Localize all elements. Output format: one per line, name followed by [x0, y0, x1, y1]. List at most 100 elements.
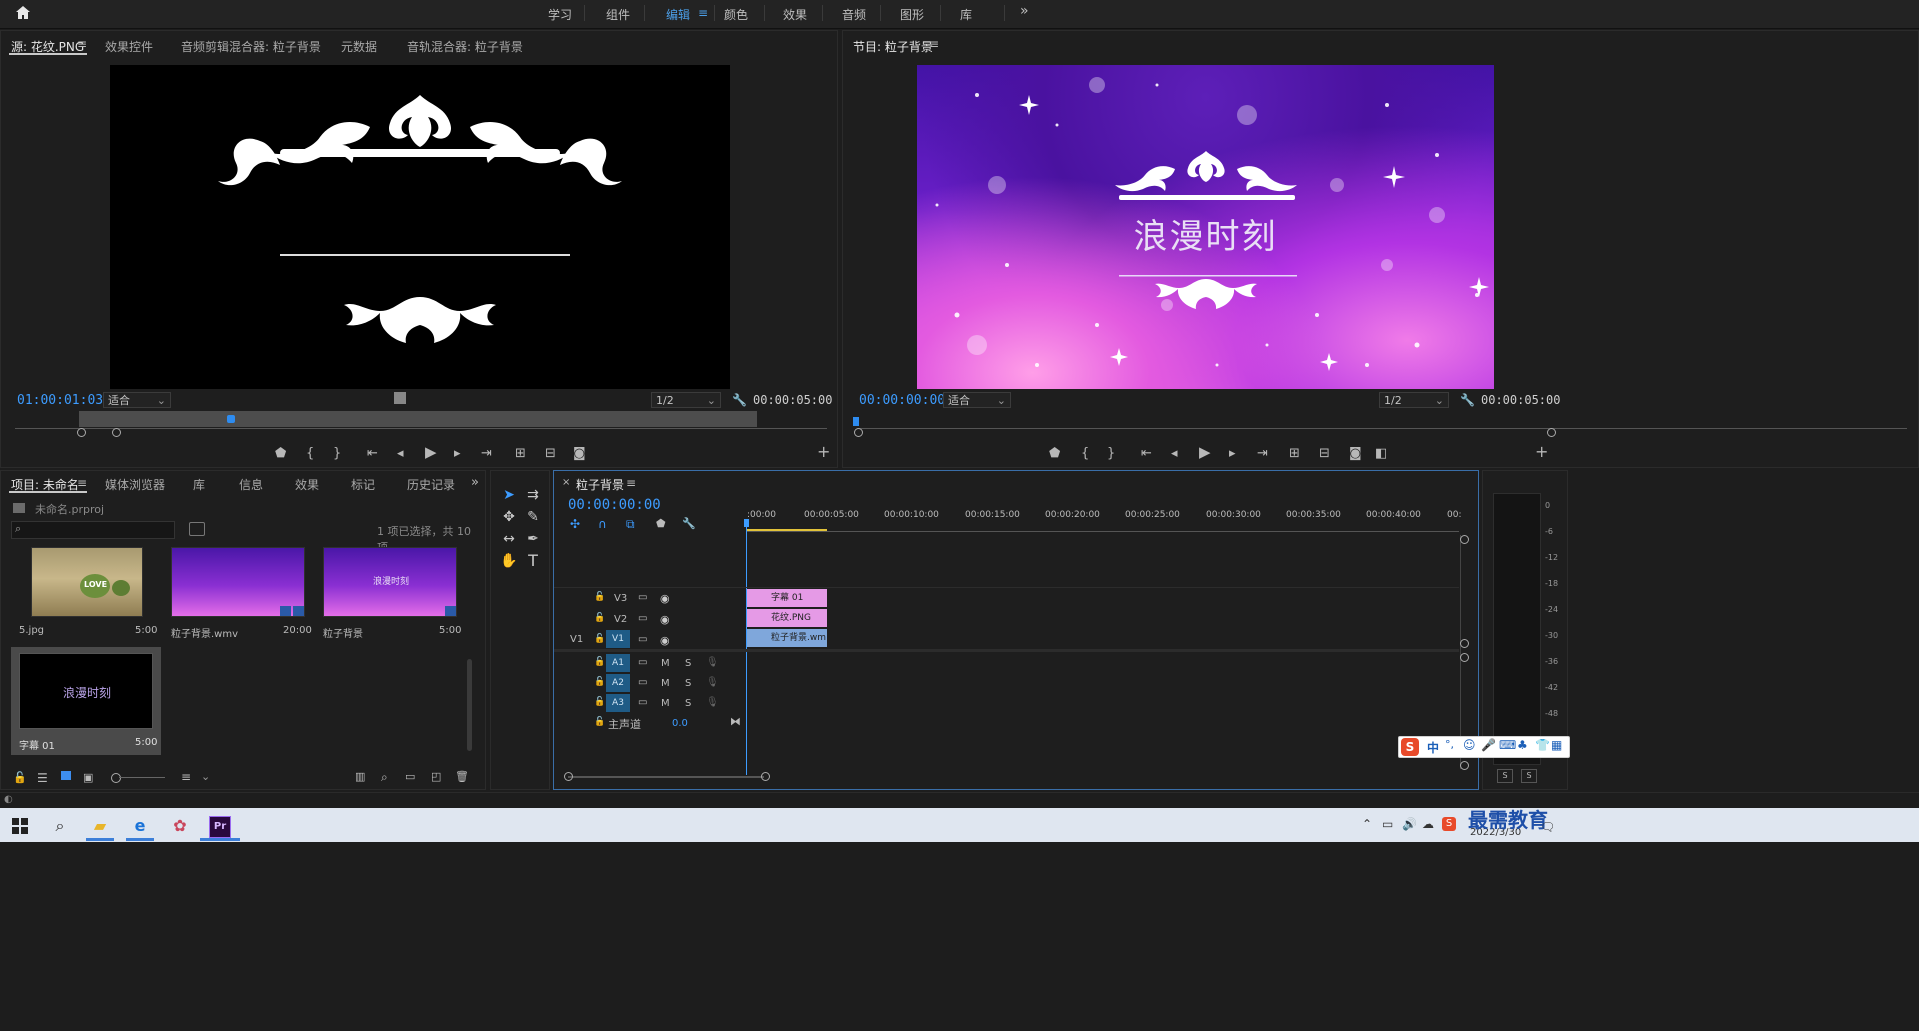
workspace-more-button[interactable]: » [1020, 3, 1029, 19]
export-frame-icon[interactable]: ◙ [573, 447, 586, 460]
project-item-selected[interactable]: 浪漫时刻 字幕 01 5:00 [11, 647, 161, 755]
master-volume-value[interactable]: 0.0 [672, 718, 688, 729]
mute-button[interactable]: M [661, 658, 670, 669]
zoom-slider-handle[interactable] [111, 773, 121, 783]
tab-history[interactable]: 历史记录 [407, 476, 455, 493]
timeline-playhead[interactable] [746, 519, 747, 775]
find-icon[interactable]: ⌕ [381, 770, 388, 785]
solo-button[interactable]: S [685, 678, 691, 689]
tab-program[interactable]: 节目: 粒子背景 [853, 38, 933, 55]
sync-lock-icon[interactable]: ▭ [638, 677, 647, 688]
panel-menu-icon[interactable]: ≡ [77, 476, 87, 490]
more-tabs-icon[interactable]: » [471, 475, 479, 490]
solo-button[interactable]: S [685, 658, 691, 669]
mark-in-icon[interactable]: { [1081, 447, 1089, 460]
panel-menu-icon[interactable]: ≡ [77, 37, 87, 51]
search-input[interactable]: ⌕ [11, 521, 175, 539]
export-frame-icon[interactable]: ◙ [1349, 447, 1362, 460]
solo-right-button[interactable]: S [1521, 769, 1537, 783]
ime-mode-label[interactable]: 中 [1427, 739, 1439, 756]
tab-effect-controls[interactable]: 效果控件 [105, 38, 153, 55]
paint-app-icon[interactable]: ✿ [160, 812, 200, 840]
horizontal-zoom-handle[interactable] [761, 772, 770, 781]
track-lock-icon[interactable]: 🔓 [594, 657, 605, 667]
project-item[interactable]: 浪漫时刻 粒子背景 5:00 [313, 547, 463, 643]
time-ruler[interactable] [747, 523, 1459, 532]
track-lock-icon[interactable]: 🔓 [594, 613, 605, 623]
solo-left-button[interactable]: S [1497, 769, 1513, 783]
add-marker-icon[interactable]: ⬟ [1049, 447, 1060, 460]
insert-icon[interactable]: ⊞ [515, 447, 526, 460]
workspace-tab-color[interactable]: 颜色 [724, 6, 748, 23]
tab-audio-clip-mixer[interactable]: 音频剪辑混合器: 粒子背景 [181, 38, 321, 55]
horizontal-zoom-handle[interactable] [564, 772, 573, 781]
workspace-tab-learn[interactable]: 学习 [548, 6, 572, 23]
vertical-zoom-handle[interactable] [1460, 639, 1469, 648]
workspace-tab-graphics[interactable]: 图形 [900, 6, 924, 23]
ripple-edit-tool-icon[interactable]: ✥ [497, 507, 521, 527]
clip-background[interactable]: 粒子背景.wm [747, 629, 827, 647]
cloud-icon[interactable]: ☁ [1422, 817, 1434, 831]
microphone-icon[interactable]: 🎙 [706, 657, 719, 668]
workspace-tab-audio[interactable]: 音频 [842, 6, 866, 23]
project-scrollbar[interactable] [467, 659, 472, 751]
sync-lock-icon[interactable]: ▭ [638, 697, 647, 708]
trash-icon[interactable]: 🗑 [455, 770, 469, 783]
voice-icon[interactable]: 🎤 [1481, 738, 1496, 752]
tab-effects[interactable]: 效果 [295, 476, 319, 493]
program-resolution-select[interactable]: 1/2 ⌄ [1379, 392, 1449, 408]
sync-lock-icon[interactable]: ▭ [638, 634, 647, 645]
track-target-a1[interactable]: A1 [606, 654, 630, 672]
automate-to-sequence-icon[interactable]: ▥ [355, 770, 365, 783]
windows-start-icon[interactable] [0, 812, 40, 840]
workspace-tab-editing[interactable]: 编辑 [666, 6, 690, 23]
mark-in-icon[interactable]: { [306, 447, 314, 460]
step-back-icon[interactable]: ◂ [397, 447, 404, 460]
microphone-icon[interactable]: 🎙 [706, 677, 719, 688]
timeline-settings-icon[interactable]: 🔧 [682, 517, 696, 530]
tab-sequence[interactable]: 粒子背景 [576, 476, 624, 493]
track-lock-icon[interactable]: 🔓 [594, 717, 605, 727]
microphone-icon[interactable]: 🎙 [706, 697, 719, 708]
pen-tool-icon[interactable]: ✒ [521, 529, 545, 549]
work-area-bar[interactable] [747, 529, 827, 531]
track-target-a3[interactable]: A3 [606, 694, 630, 712]
close-icon[interactable]: × [562, 477, 570, 488]
skin-icon[interactable]: ♣ [1517, 738, 1528, 752]
list-view-icon[interactable]: ☰ [37, 771, 48, 785]
workspace-menu-icon[interactable]: ≡ [698, 6, 708, 20]
eye-icon[interactable]: ◉ [660, 592, 670, 605]
go-to-in-icon[interactable]: ⇤ [1141, 447, 1152, 460]
step-forward-icon[interactable]: ▸ [454, 447, 461, 460]
mute-button[interactable]: M [661, 698, 670, 709]
sync-lock-icon[interactable]: ▭ [638, 613, 647, 624]
chevron-down-icon[interactable]: ⌄ [201, 770, 210, 783]
type-tool-icon[interactable]: T [521, 551, 545, 571]
tray-chevron-up-icon[interactable]: ⌃ [1362, 817, 1372, 831]
workspace-tab-assembly[interactable]: 组件 [606, 6, 630, 23]
track-lock-icon[interactable]: 🔓 [594, 592, 605, 602]
mark-out-icon[interactable]: } [333, 447, 341, 460]
freeform-view-icon[interactable]: ▣ [83, 771, 93, 784]
vertical-zoom-handle[interactable] [1460, 761, 1469, 770]
search-icon[interactable]: ⌕ [40, 812, 80, 840]
tab-media-browser[interactable]: 媒体浏览器 [105, 476, 165, 493]
go-to-in-icon[interactable]: ⇤ [367, 447, 378, 460]
sync-lock-icon[interactable]: ▭ [638, 592, 647, 603]
icon-view-icon[interactable] [61, 771, 71, 780]
volume-icon[interactable]: 🔊 [1402, 817, 1417, 831]
comparison-view-icon[interactable]: ◧ [1375, 447, 1387, 460]
lift-icon[interactable]: ⊞ [1289, 447, 1300, 460]
tab-libraries[interactable]: 库 [193, 476, 205, 493]
source-timecode[interactable]: 01:00:01:03 [17, 393, 103, 408]
network-icon[interactable]: ▭ [1382, 817, 1393, 831]
track-lock-icon[interactable]: 🔓 [594, 677, 605, 687]
home-icon[interactable] [14, 4, 32, 22]
edge-browser-icon[interactable]: e [120, 812, 160, 840]
premiere-pro-icon[interactable]: Pr [200, 812, 240, 840]
go-to-out-icon[interactable]: ⇥ [1257, 447, 1268, 460]
timeline-timecode[interactable]: 00:00:00:00 [568, 497, 661, 513]
panel-menu-icon[interactable]: ≡ [929, 37, 939, 51]
source-playhead[interactable] [227, 415, 235, 423]
solo-button[interactable]: S [685, 698, 691, 709]
